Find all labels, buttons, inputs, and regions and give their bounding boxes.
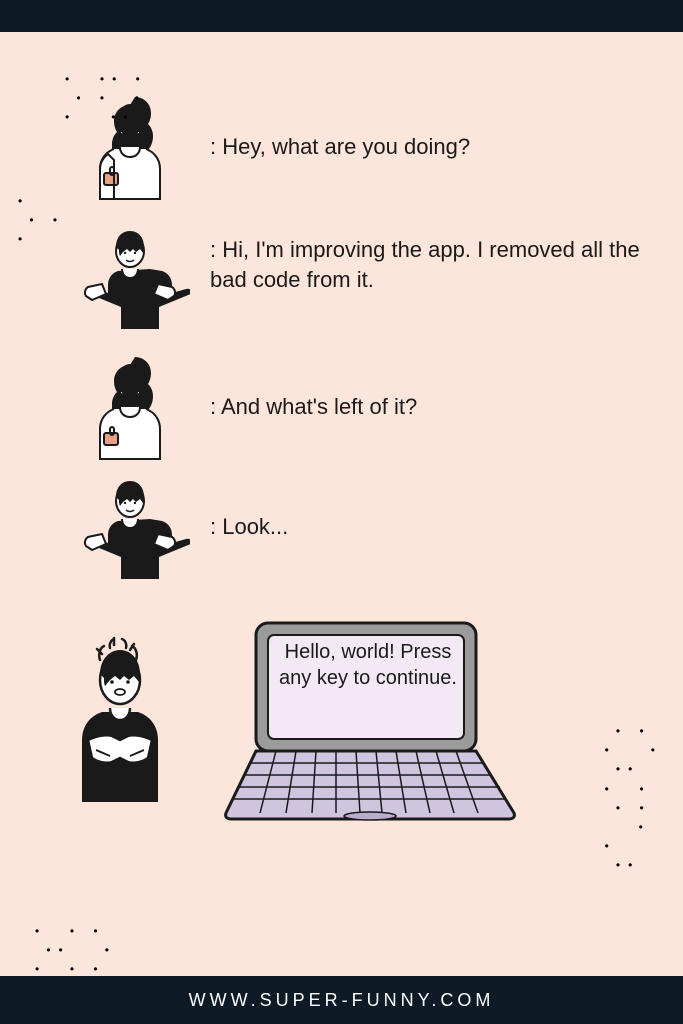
footer-url: WWW.SUPER-FUNNY.COM: [189, 990, 495, 1011]
character-bearded-man: [70, 347, 190, 467]
dialogue-row: : And what's left of it?: [70, 347, 643, 467]
dialogue-row: : Hey, what are you doing?: [70, 87, 643, 207]
footer-bar: WWW.SUPER-FUNNY.COM: [0, 976, 683, 1024]
decorative-dots: • •• • • • • • ••: [65, 70, 148, 128]
dialogue-text: : Hey, what are you doing?: [210, 132, 643, 162]
character-crossed-arms: [40, 632, 200, 812]
dialogue-row: : Hi, I'm improving the app. I removed a…: [70, 217, 643, 337]
laptop-screen-text: Hello, world! Press any key to continue.: [278, 639, 458, 691]
dialogue-text: : And what's left of it?: [210, 392, 643, 422]
character-shrugging-man: [70, 217, 190, 337]
dialogue-text: : Look...: [210, 512, 643, 542]
dialogue-row: : Look...: [70, 467, 643, 587]
decorative-dots: • • • • •• • • • • • • ••: [605, 722, 663, 876]
decorative-dots: • • • •• • • • •: [35, 922, 117, 980]
punchline-row: Hello, world! Press any key to continue.: [40, 617, 683, 827]
dialogue-text: : Hi, I'm improving the app. I removed a…: [210, 217, 643, 294]
laptop-icon: Hello, world! Press any key to continue.: [220, 617, 520, 827]
decorative-dots: • • • •: [18, 192, 65, 250]
comic-content: • •• • • • • • •• • • • • • • • • •• • •…: [0, 32, 683, 976]
top-bar: [0, 0, 683, 32]
character-shrugging-man: [70, 467, 190, 587]
